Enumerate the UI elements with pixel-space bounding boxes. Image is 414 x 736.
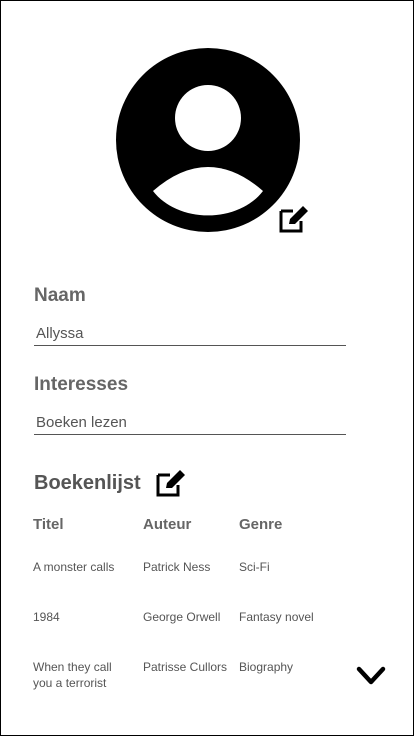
interests-field[interactable]: Boeken lezen — [34, 411, 346, 435]
book-author-cell: George Orwell — [143, 610, 221, 624]
book-title-cell: 1984 — [33, 610, 60, 624]
book-author-cell: Patrick Ness — [143, 560, 211, 574]
book-genre-cell: Biography — [239, 660, 294, 674]
edit-avatar-icon[interactable] — [277, 203, 311, 235]
user-avatar-icon[interactable] — [116, 48, 300, 232]
book-list-title: Boekenlijst — [34, 472, 141, 494]
column-header-title: Titel — [33, 516, 64, 533]
interests-label: Interesses — [34, 374, 129, 395]
book-genre-cell: Sci-Fi — [239, 560, 270, 574]
column-header-author: Auteur — [143, 516, 192, 533]
column-header-genre: Genre — [239, 516, 283, 533]
book-author-cell: Patrisse Cullors — [143, 660, 228, 674]
book-title-cell: A monster calls — [33, 560, 115, 574]
edit-book-list-icon[interactable] — [154, 467, 188, 499]
book-title-cell: When they call you a terrorist — [33, 660, 112, 690]
book-genre-cell: Fantasy novel — [239, 610, 314, 624]
profile-screen: Naam Allyssa Interesses Boeken lezen Boe… — [0, 0, 414, 736]
name-label: Naam — [34, 285, 86, 306]
chevron-down-icon[interactable] — [355, 663, 387, 689]
name-field[interactable]: Allyssa — [34, 322, 346, 346]
